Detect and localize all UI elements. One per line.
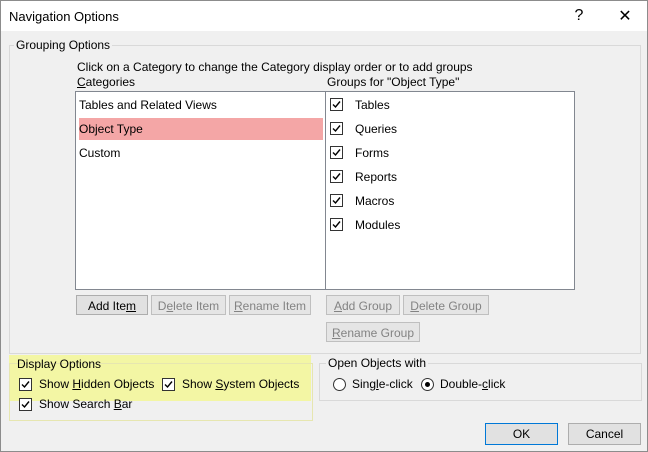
double-click-radio[interactable] (421, 378, 434, 391)
delete-item-button[interactable]: Delete Item (151, 295, 226, 315)
category-item[interactable]: Tables and Related Views (79, 94, 323, 116)
display-options-legend: Display Options (17, 357, 102, 371)
grouping-instruction: Click on a Category to change the Catego… (77, 60, 473, 74)
category-item-selected[interactable]: Object Type (79, 118, 323, 140)
single-click-radio[interactable] (333, 378, 346, 391)
cancel-button[interactable]: Cancel (568, 423, 641, 445)
title-bar: Navigation Options ? ✕ (1, 1, 647, 31)
category-item[interactable]: Custom (79, 142, 323, 164)
groups-label: Groups for "Object Type" (327, 75, 460, 89)
display-options-group (9, 363, 313, 421)
add-item-button[interactable]: Add Item (76, 295, 148, 315)
categories-list[interactable]: Tables and Related Views Object Type Cus… (75, 91, 326, 290)
show-system-label: Show System Objects (182, 377, 300, 391)
grouping-options-legend: Grouping Options (14, 38, 113, 52)
show-hidden-checkbox[interactable] (19, 378, 32, 391)
add-group-button[interactable]: Add Group (326, 295, 400, 315)
group-checkbox[interactable] (330, 170, 343, 183)
double-click-label: Double-click (440, 377, 506, 391)
navigation-options-dialog: Navigation Options ? ✕ Grouping Options … (0, 0, 648, 452)
ok-button[interactable]: OK (485, 423, 558, 445)
group-checkbox[interactable] (330, 218, 343, 231)
rename-item-button[interactable]: Rename Item (229, 295, 311, 315)
group-checkbox[interactable] (330, 146, 343, 159)
show-hidden-label: Show Hidden Objects (39, 377, 155, 391)
open-objects-legend: Open Objects with (326, 356, 429, 370)
help-button[interactable]: ? (557, 1, 601, 31)
delete-group-button[interactable]: Delete Group (403, 295, 489, 315)
group-checkbox[interactable] (330, 122, 343, 135)
close-button[interactable]: ✕ (603, 1, 647, 31)
show-search-checkbox[interactable] (19, 398, 32, 411)
show-system-checkbox[interactable] (162, 378, 175, 391)
groups-list[interactable]: Tables Queries Forms Reports Macros Modu… (325, 91, 575, 290)
show-search-label: Show Search Bar (39, 397, 133, 411)
dialog-title: Navigation Options (9, 9, 119, 24)
single-click-label: Single-click (352, 377, 413, 391)
rename-group-button[interactable]: Rename Group (326, 322, 420, 342)
categories-label: Categories (77, 75, 136, 89)
group-checkbox[interactable] (330, 194, 343, 207)
radio-selected-dot (425, 382, 430, 387)
group-checkbox[interactable] (330, 98, 343, 111)
